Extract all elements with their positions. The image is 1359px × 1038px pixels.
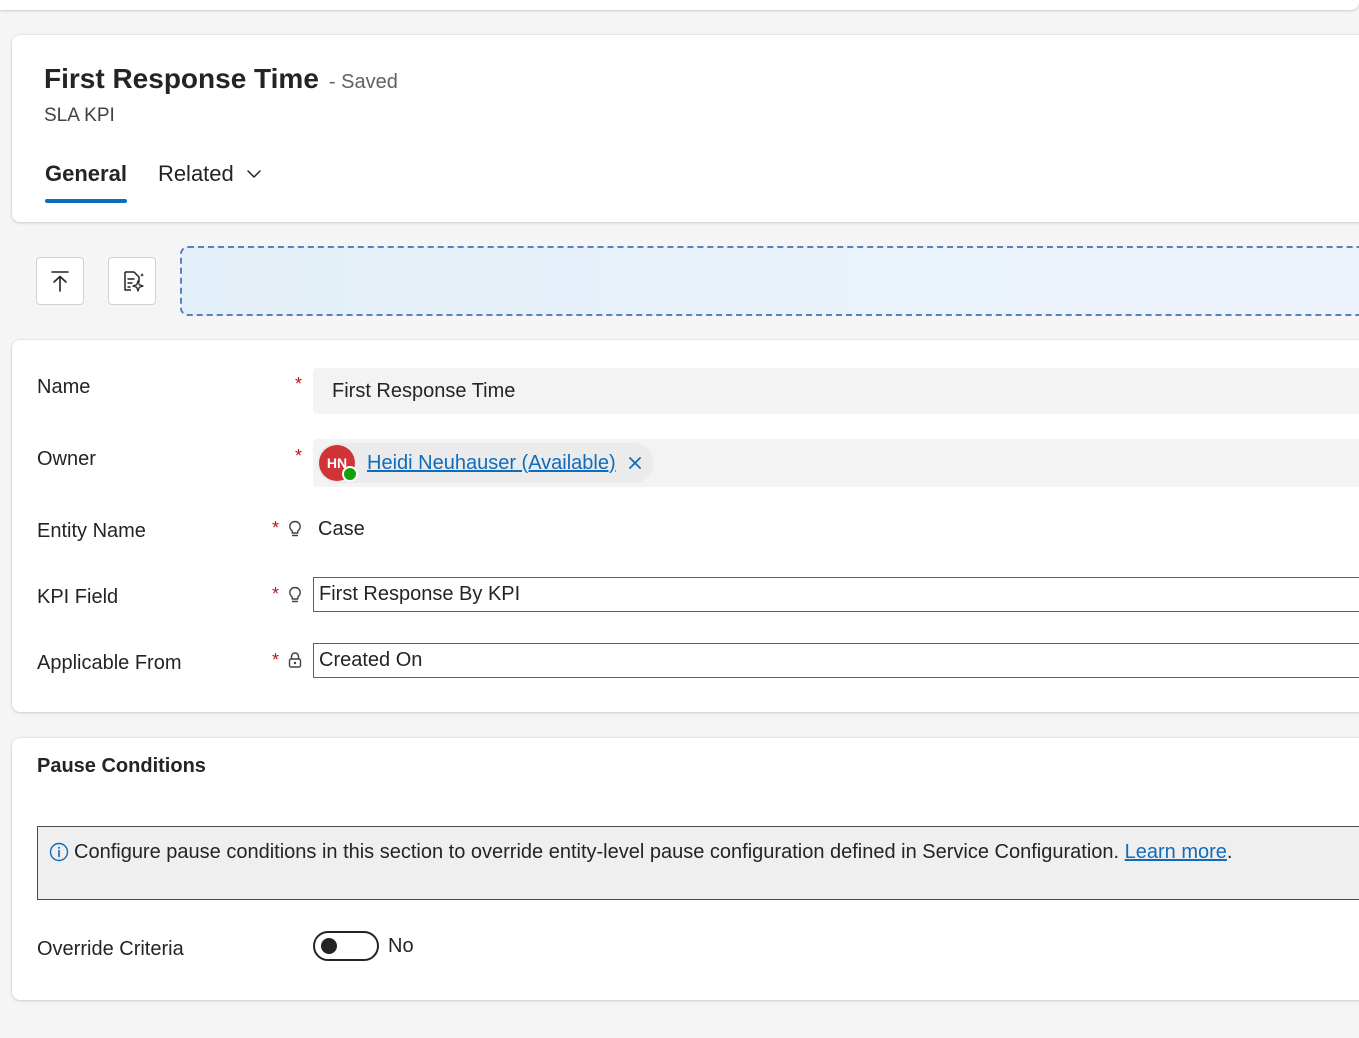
save-status: - Saved <box>328 71 398 93</box>
info-message-period: . <box>1226 841 1233 863</box>
top-command-strip <box>0 0 1359 10</box>
owner-label: Owner <box>37 448 96 470</box>
title-row: First Response Time - Saved <box>44 63 398 95</box>
required-marker: * <box>295 374 303 394</box>
info-icon <box>49 842 69 862</box>
avatar: HN <box>319 445 358 482</box>
learn-more-link[interactable]: Learn more <box>1125 841 1227 863</box>
override-criteria-value: No <box>388 935 414 957</box>
required-marker: * <box>295 446 303 466</box>
close-icon[interactable] <box>628 456 642 470</box>
owner-chip: HN Heidi Neuhauser (Available) <box>317 443 654 483</box>
override-criteria-label: Override Criteria <box>37 938 184 960</box>
kpi-field-label: KPI Field <box>37 586 119 608</box>
tab-general[interactable]: General <box>45 161 127 207</box>
lock-icon <box>288 652 302 668</box>
record-header: First Response Time - Saved SLA KPI Gene… <box>12 35 1359 222</box>
info-banner: Configure pause conditions in this secti… <box>37 826 1359 900</box>
arrow-up-to-top-icon <box>51 271 69 292</box>
entity-name-label: Entity Name <box>37 520 146 542</box>
entity-type-label: SLA KPI <box>44 105 115 126</box>
section-title: Pause Conditions <box>37 755 206 777</box>
drop-zone[interactable] <box>180 246 1359 316</box>
kpi-field-input[interactable]: First Response By KPI <box>313 577 1359 612</box>
owner-link[interactable]: Heidi Neuhauser (Available) <box>367 452 616 475</box>
lightbulb-icon <box>289 520 301 537</box>
applicable-from-input[interactable]: Created On <box>313 643 1359 678</box>
scroll-to-top-button[interactable] <box>36 257 84 305</box>
override-criteria-toggle[interactable] <box>313 931 379 961</box>
page-title: First Response Time <box>44 63 319 94</box>
name-field[interactable]: First Response Time <box>313 368 1359 414</box>
copilot-summary-button[interactable] <box>108 257 156 305</box>
applicable-from-label: Applicable From <box>37 652 182 674</box>
tab-related[interactable]: Related <box>158 161 262 207</box>
lightbulb-icon <box>289 586 301 603</box>
toggle-knob <box>321 938 337 954</box>
info-message-text: Configure pause conditions in this secti… <box>74 841 1120 863</box>
name-label: Name <box>37 376 91 398</box>
tab-list: General Related <box>44 161 262 207</box>
document-sparkle-icon <box>124 271 144 292</box>
pause-conditions-section: Pause Conditions Configure pause conditi… <box>12 738 1359 1000</box>
info-message: Configure pause conditions in this secti… <box>74 841 1232 864</box>
general-section: Name * First Response Time Owner * HN He… <box>12 340 1359 712</box>
tab-related-label: Related <box>157 161 234 186</box>
owner-lookup-field[interactable]: HN Heidi Neuhauser (Available) <box>313 439 1359 487</box>
required-marker: * <box>272 584 280 604</box>
entity-name-value: Case <box>318 518 365 540</box>
required-marker: * <box>272 518 280 538</box>
required-marker: * <box>272 650 280 670</box>
chevron-down-icon <box>247 170 261 178</box>
presence-available-icon <box>342 466 358 482</box>
